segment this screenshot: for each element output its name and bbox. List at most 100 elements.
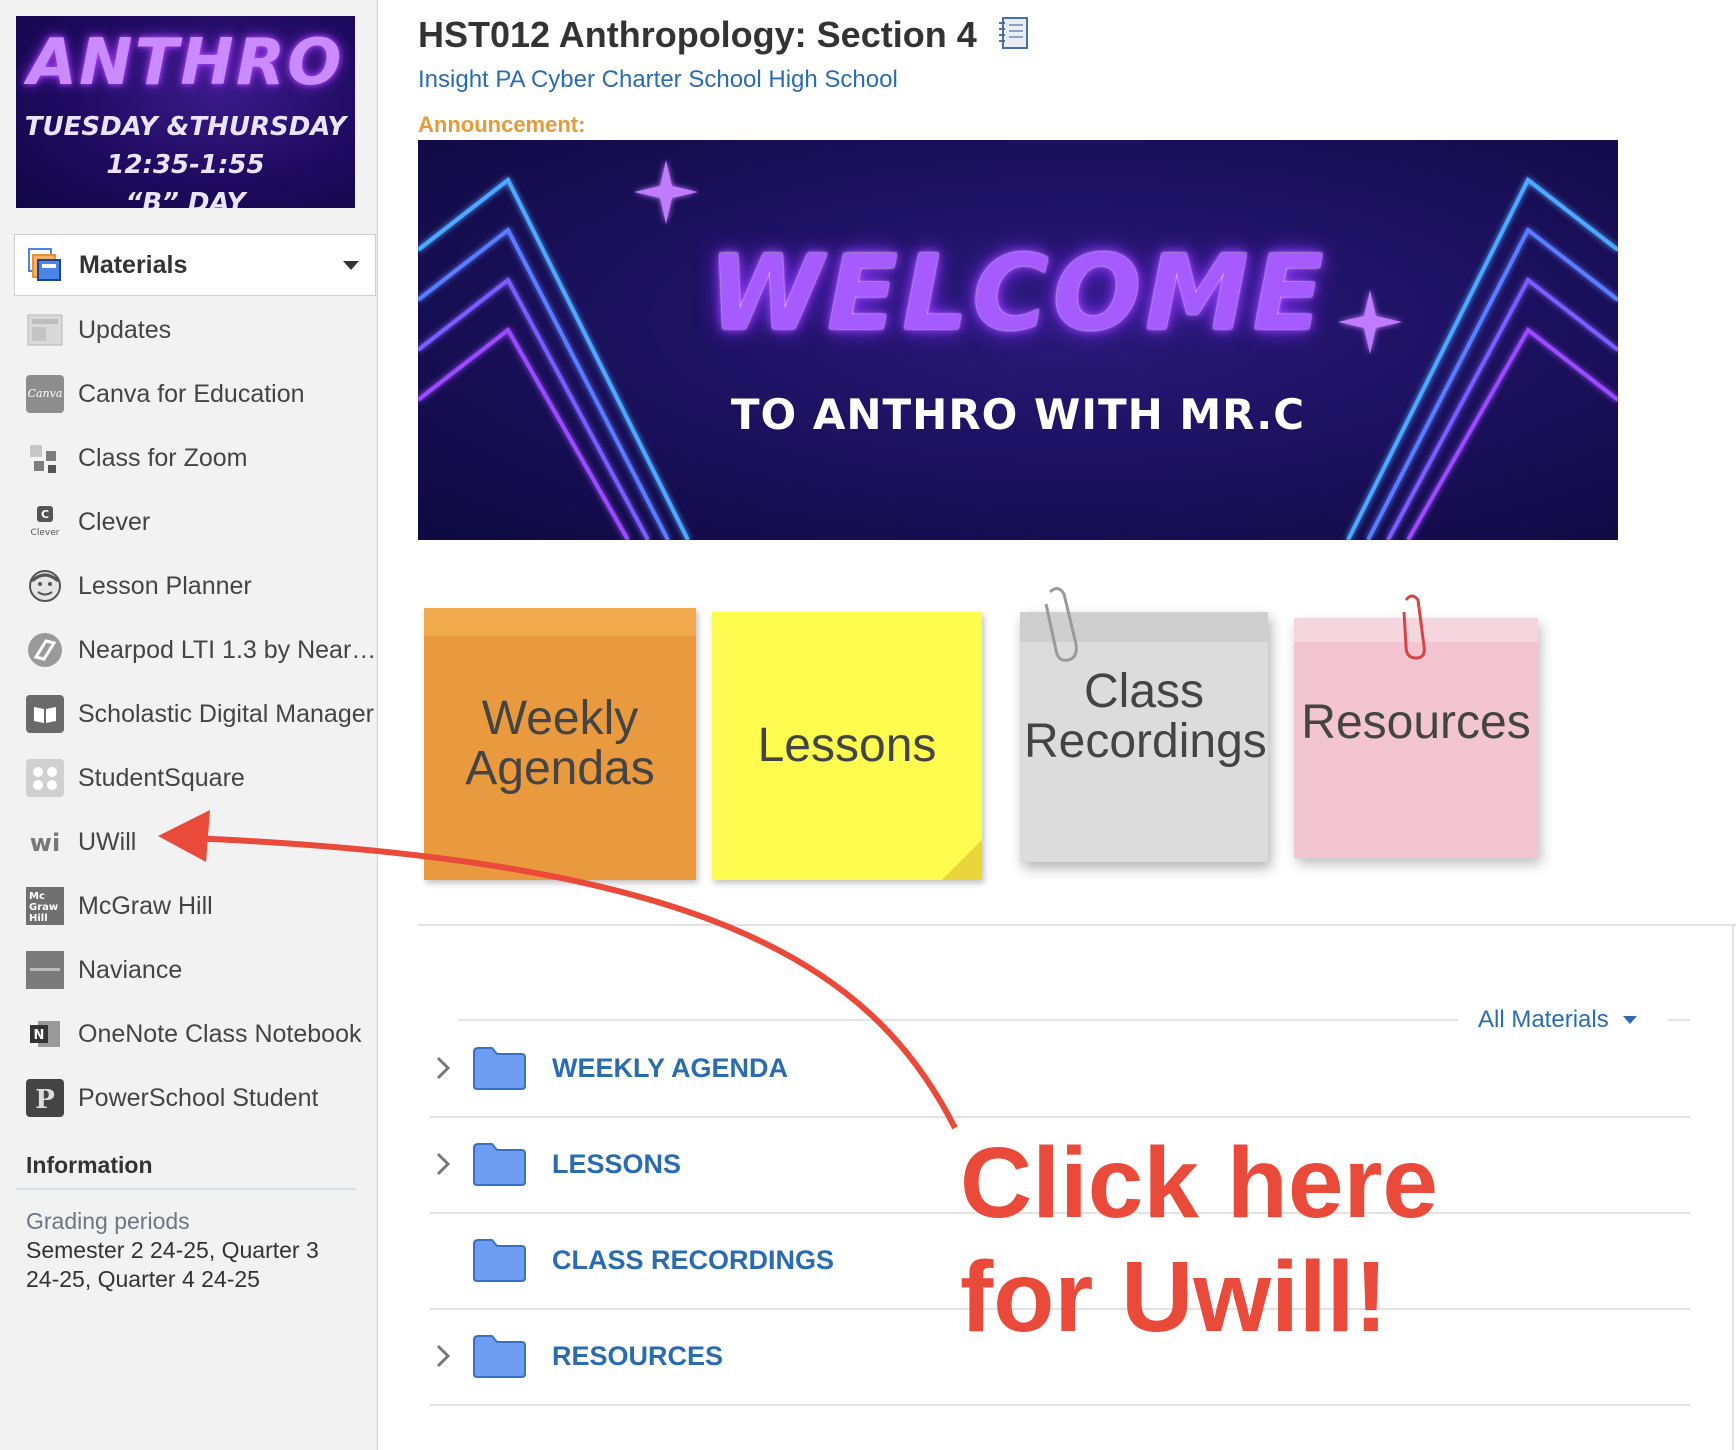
sidebar-item-label: UWill [78, 827, 137, 856]
sidebar-item-class-for-zoom[interactable]: Class for Zoom [0, 426, 377, 490]
folder-row-weekly-agenda[interactable]: WEEKLY AGENDA [430, 1020, 1690, 1118]
class-for-zoom-icon [26, 439, 64, 477]
page-title: HST012 Anthropology: Section 4 [418, 14, 1031, 60]
sidebar-item-label: StudentSquare [78, 763, 245, 792]
svg-text:Canva: Canva [28, 387, 63, 400]
sidebar-item-studentsquare[interactable]: StudentSquare [0, 746, 377, 810]
sticky-note-weekly-agendas[interactable]: Weekly Agendas [424, 608, 696, 880]
note-tape [424, 608, 696, 636]
materials-icon [27, 247, 63, 283]
folder-name[interactable]: WEEKLY AGENDA [552, 1053, 788, 1084]
sidebar-item-nearpod[interactable]: Nearpod LTI 1.3 by Nearpod [0, 618, 377, 682]
sidebar-item-naviance[interactable]: Naviance [0, 938, 377, 1002]
onenote-icon: N [26, 1015, 64, 1053]
svg-text:P: P [35, 1085, 55, 1115]
note-curl [942, 840, 982, 880]
canva-icon: Canva [26, 375, 64, 413]
sidebar: ANTHRO TUESDAY &THURSDAY 12:35-1:55 “B” … [0, 0, 378, 1450]
callout-line: for Uwill! [960, 1241, 1388, 1353]
nearpod-icon [26, 631, 64, 669]
sidebar-item-label: Naviance [78, 955, 183, 984]
folder-name[interactable]: CLASS RECORDINGS [552, 1245, 834, 1276]
sticky-note-label: Weekly Agendas [465, 692, 655, 795]
sidebar-item-label: Lesson Planner [78, 571, 252, 600]
section-divider [418, 924, 1736, 926]
sidebar-item-clever[interactable]: C Clever Clever [0, 490, 377, 554]
sidebar-item-mcgraw-hill[interactable]: Mc Graw Hill McGraw Hill [0, 874, 377, 938]
clever-icon: C Clever [26, 503, 64, 541]
paperclip-icon [1402, 594, 1426, 660]
course-image-days: TUESDAY &THURSDAY [24, 112, 347, 142]
grading-periods-label: Grading periods [26, 1208, 190, 1234]
svg-text:N: N [34, 1028, 45, 1043]
course-title: HST012 Anthropology: Section 4 [418, 14, 977, 55]
materials-menu-header[interactable]: Materials [14, 234, 376, 296]
sticky-notes: Weekly Agendas Lessons Class Recordings … [418, 584, 1598, 894]
content-border [1732, 924, 1734, 1450]
sticky-note-label: Resources [1301, 696, 1531, 749]
scholastic-icon [26, 695, 64, 733]
chevron-right-icon[interactable] [430, 1048, 456, 1088]
folder-icon [472, 1238, 526, 1282]
svg-text:wi: wi [30, 829, 60, 857]
folder-icon [472, 1334, 526, 1378]
banner-headline: WELCOME [708, 232, 1328, 354]
sidebar-menu: Updates Canva Canva for Education Class … [0, 298, 377, 1130]
sidebar-item-uwill[interactable]: wi UWill [0, 810, 377, 874]
folder-name[interactable]: LESSONS [552, 1149, 681, 1180]
updates-icon [26, 311, 64, 349]
course-image-day-type: “B” DAY [125, 188, 246, 208]
paperclip-icon [1044, 587, 1078, 662]
mcgraw-hill-icon: Mc Graw Hill [26, 887, 64, 925]
studentsquare-icon [26, 759, 64, 797]
information-divider [16, 1188, 356, 1190]
sidebar-item-lesson-planner[interactable]: Lesson Planner [0, 554, 377, 618]
svg-text:Clever: Clever [31, 528, 60, 538]
grading-periods-value: Semester 2 24-25, Quarter 3 24-25, Quart… [26, 1237, 319, 1292]
materials-label: Materials [79, 250, 188, 279]
annotation-callout: Click here for Uwill! [960, 1126, 1438, 1354]
chevron-down-icon [343, 261, 359, 270]
sidebar-item-updates[interactable]: Updates [0, 298, 377, 362]
powerschool-icon: P [26, 1079, 64, 1117]
chevron-right-icon[interactable] [430, 1144, 456, 1184]
chevron-right-icon[interactable] [430, 1336, 456, 1376]
folder-icon [472, 1046, 526, 1090]
sidebar-item-label: Clever [78, 507, 151, 536]
sidebar-item-label: Updates [78, 315, 172, 344]
sticky-note-label: Lessons [757, 719, 937, 772]
sidebar-item-label: PowerSchool Student [78, 1083, 319, 1112]
sticky-note-lessons[interactable]: Lessons [712, 612, 982, 880]
announcement-label: Announcement: [418, 112, 586, 137]
course-profile-image: ANTHRO TUESDAY &THURSDAY 12:35-1:55 “B” … [16, 16, 355, 208]
course-image-time: 12:35-1:55 [106, 150, 265, 180]
uwill-icon: wi [26, 823, 64, 861]
svg-text:C: C [41, 508, 49, 521]
folder-icon [472, 1142, 526, 1186]
school-link[interactable]: Insight PA Cyber Charter School High Sch… [418, 66, 898, 94]
sidebar-item-onenote[interactable]: N OneNote Class Notebook [0, 1002, 377, 1066]
sidebar-item-canva[interactable]: Canva Canva for Education [0, 362, 377, 426]
information-heading: Information [26, 1152, 153, 1178]
naviance-icon [26, 951, 64, 989]
notebook-icon[interactable] [995, 15, 1031, 60]
sidebar-item-label: Canva for Education [78, 379, 305, 408]
sidebar-item-label: OneNote Class Notebook [78, 1019, 362, 1048]
svg-text:Graw: Graw [29, 902, 58, 913]
sticky-note-label: Class Recordings [1024, 665, 1267, 768]
banner-subline: TO ANTHRO WITH MR.C [730, 390, 1306, 439]
sidebar-item-label: Nearpod LTI 1.3 by Nearpod [78, 635, 377, 664]
sidebar-item-label: Scholastic Digital Manager [78, 699, 374, 728]
callout-line: Click here [960, 1127, 1439, 1239]
course-image-title: ANTHRO [27, 26, 344, 100]
folder-name[interactable]: RESOURCES [552, 1341, 723, 1372]
welcome-banner: WELCOME TO ANTHRO WITH MR.C [418, 140, 1618, 540]
sidebar-item-label: McGraw Hill [78, 891, 213, 920]
sidebar-item-label: Class for Zoom [78, 443, 248, 472]
svg-text:Mc: Mc [29, 891, 45, 902]
sidebar-item-powerschool[interactable]: P PowerSchool Student [0, 1066, 377, 1130]
sidebar-item-scholastic[interactable]: Scholastic Digital Manager [0, 682, 377, 746]
lesson-planner-icon [26, 567, 64, 605]
svg-text:Hill: Hill [29, 913, 48, 924]
